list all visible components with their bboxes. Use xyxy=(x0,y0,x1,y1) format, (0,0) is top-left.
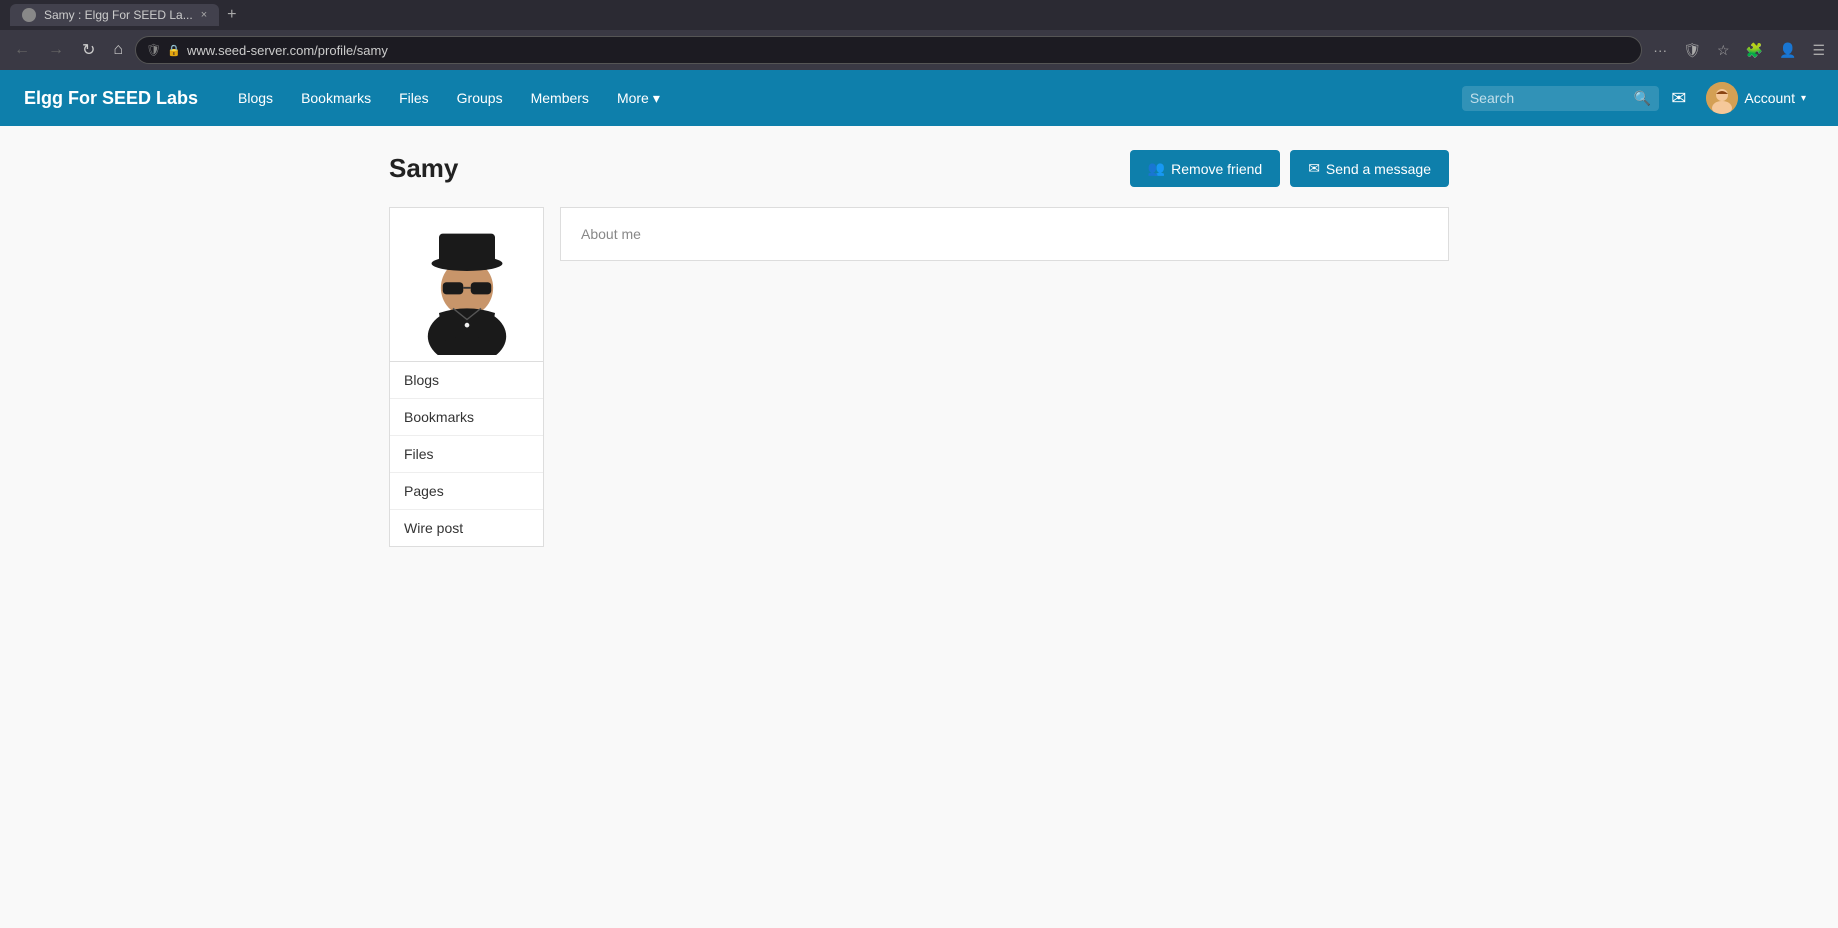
nav-link-groups[interactable]: Groups xyxy=(445,82,515,114)
samy-avatar-svg xyxy=(407,215,527,355)
profile-avatar-image xyxy=(390,208,543,361)
profile-sidebar-menu: Blogs Bookmarks Files Pages Wire post xyxy=(389,362,544,547)
nav-link-bookmarks[interactable]: Bookmarks xyxy=(289,82,383,114)
menu-button[interactable]: ☰ xyxy=(1807,39,1830,62)
more-tools-button[interactable]: ··· xyxy=(1648,39,1672,61)
tab-favicon xyxy=(22,8,36,22)
nav-links: Blogs Bookmarks Files Groups Members Mor… xyxy=(226,82,1462,115)
sidebar-item-bookmarks[interactable]: Bookmarks xyxy=(390,399,543,436)
nav-link-more[interactable]: More ▾ xyxy=(605,82,672,115)
send-message-icon: ✉ xyxy=(1308,160,1320,177)
profile-button[interactable]: 👤 xyxy=(1774,39,1801,62)
remove-friend-button[interactable]: 👥 Remove friend xyxy=(1130,150,1280,187)
tab-title: Samy : Elgg For SEED La... xyxy=(44,8,193,22)
profile-actions: 👥 Remove friend ✉ Send a message xyxy=(1130,150,1449,187)
refresh-button[interactable]: ↻ xyxy=(76,36,101,64)
extensions-button[interactable]: 🧩 xyxy=(1741,39,1768,62)
browser-toolbar: ← → ↻ ⌂ 🛡 🔒 www.seed-server.com/profile/… xyxy=(0,30,1838,70)
nav-link-members[interactable]: Members xyxy=(519,82,601,114)
shield-button[interactable]: 🛡 xyxy=(1678,39,1706,62)
profile-layout: Blogs Bookmarks Files Pages Wire post Ab… xyxy=(389,207,1449,547)
back-button[interactable]: ← xyxy=(8,37,36,63)
nav-link-blogs[interactable]: Blogs xyxy=(226,82,285,114)
search-input[interactable] xyxy=(1470,90,1630,106)
lock-icon: 🔒 xyxy=(167,44,181,57)
more-label: More xyxy=(617,90,649,106)
browser-tab[interactable]: Samy : Elgg For SEED La... × xyxy=(10,4,219,26)
send-message-button[interactable]: ✉ Send a message xyxy=(1290,150,1449,187)
toolbar-icons: ··· 🛡 ☆ 🧩 👤 ☰ xyxy=(1648,39,1830,62)
address-bar[interactable]: 🛡 🔒 www.seed-server.com/profile/samy xyxy=(135,36,1642,64)
profile-sidebar: Blogs Bookmarks Files Pages Wire post xyxy=(389,207,544,547)
more-chevron-icon: ▾ xyxy=(653,90,660,107)
browser-title-bar: Samy : Elgg For SEED La... × + xyxy=(0,0,1838,30)
forward-button[interactable]: → xyxy=(42,37,70,63)
sidebar-item-pages[interactable]: Pages xyxy=(390,473,543,510)
account-menu[interactable]: Account ▾ xyxy=(1698,78,1814,118)
remove-friend-icon: 👥 xyxy=(1148,160,1165,177)
nav-search-box: 🔍 xyxy=(1462,86,1659,111)
app-navbar: Elgg For SEED Labs Blogs Bookmarks Files… xyxy=(0,70,1838,126)
search-icon[interactable]: 🔍 xyxy=(1634,90,1651,107)
profile-main: About me xyxy=(560,207,1449,261)
shield-icon: 🛡 xyxy=(146,43,161,57)
sidebar-item-files[interactable]: Files xyxy=(390,436,543,473)
sidebar-item-wire-post[interactable]: Wire post xyxy=(390,510,543,546)
page-content: Samy 👥 Remove friend ✉ Send a message xyxy=(369,126,1469,571)
bookmark-button[interactable]: ☆ xyxy=(1712,39,1735,62)
home-button[interactable]: ⌂ xyxy=(107,37,129,63)
avatar-image xyxy=(1706,82,1738,114)
sidebar-item-blogs[interactable]: Blogs xyxy=(390,362,543,399)
profile-header: Samy 👥 Remove friend ✉ Send a message xyxy=(389,150,1449,187)
account-label: Account xyxy=(1744,90,1795,106)
avatar xyxy=(1706,82,1738,114)
url-display: www.seed-server.com/profile/samy xyxy=(187,43,388,58)
remove-friend-label: Remove friend xyxy=(1171,161,1262,177)
profile-avatar-box xyxy=(389,207,544,362)
nav-link-files[interactable]: Files xyxy=(387,82,441,114)
mail-icon[interactable]: ✉ xyxy=(1671,88,1686,109)
new-tab-button[interactable]: + xyxy=(227,6,236,24)
about-me-title: About me xyxy=(581,226,641,242)
account-chevron-icon: ▾ xyxy=(1801,93,1806,104)
about-me-box: About me xyxy=(560,207,1449,261)
profile-name: Samy xyxy=(389,153,458,184)
send-message-label: Send a message xyxy=(1326,161,1431,177)
app-brand[interactable]: Elgg For SEED Labs xyxy=(24,88,198,109)
close-tab-button[interactable]: × xyxy=(201,9,207,21)
